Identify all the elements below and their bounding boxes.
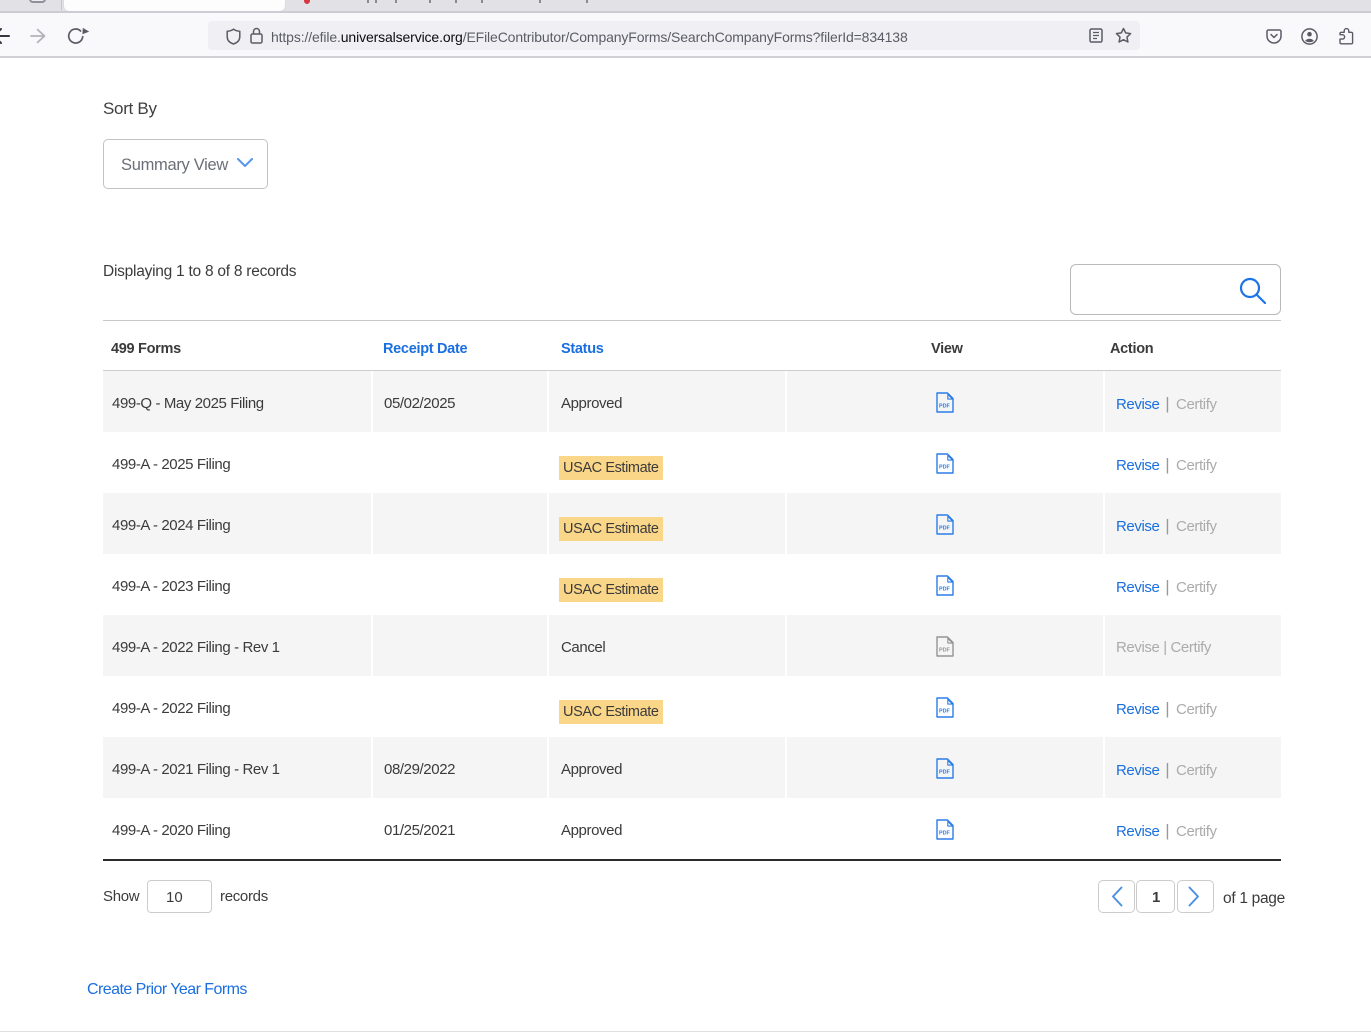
svg-text:PDF: PDF	[939, 708, 950, 714]
svg-text:PDF: PDF	[939, 525, 950, 531]
svg-text:PDF: PDF	[939, 586, 950, 592]
svg-text:PDF: PDF	[939, 647, 950, 653]
svg-text:PDF: PDF	[939, 464, 950, 470]
svg-text:PDF: PDF	[939, 403, 950, 409]
svg-text:PDF: PDF	[939, 769, 950, 775]
svg-text:PDF: PDF	[939, 830, 950, 836]
